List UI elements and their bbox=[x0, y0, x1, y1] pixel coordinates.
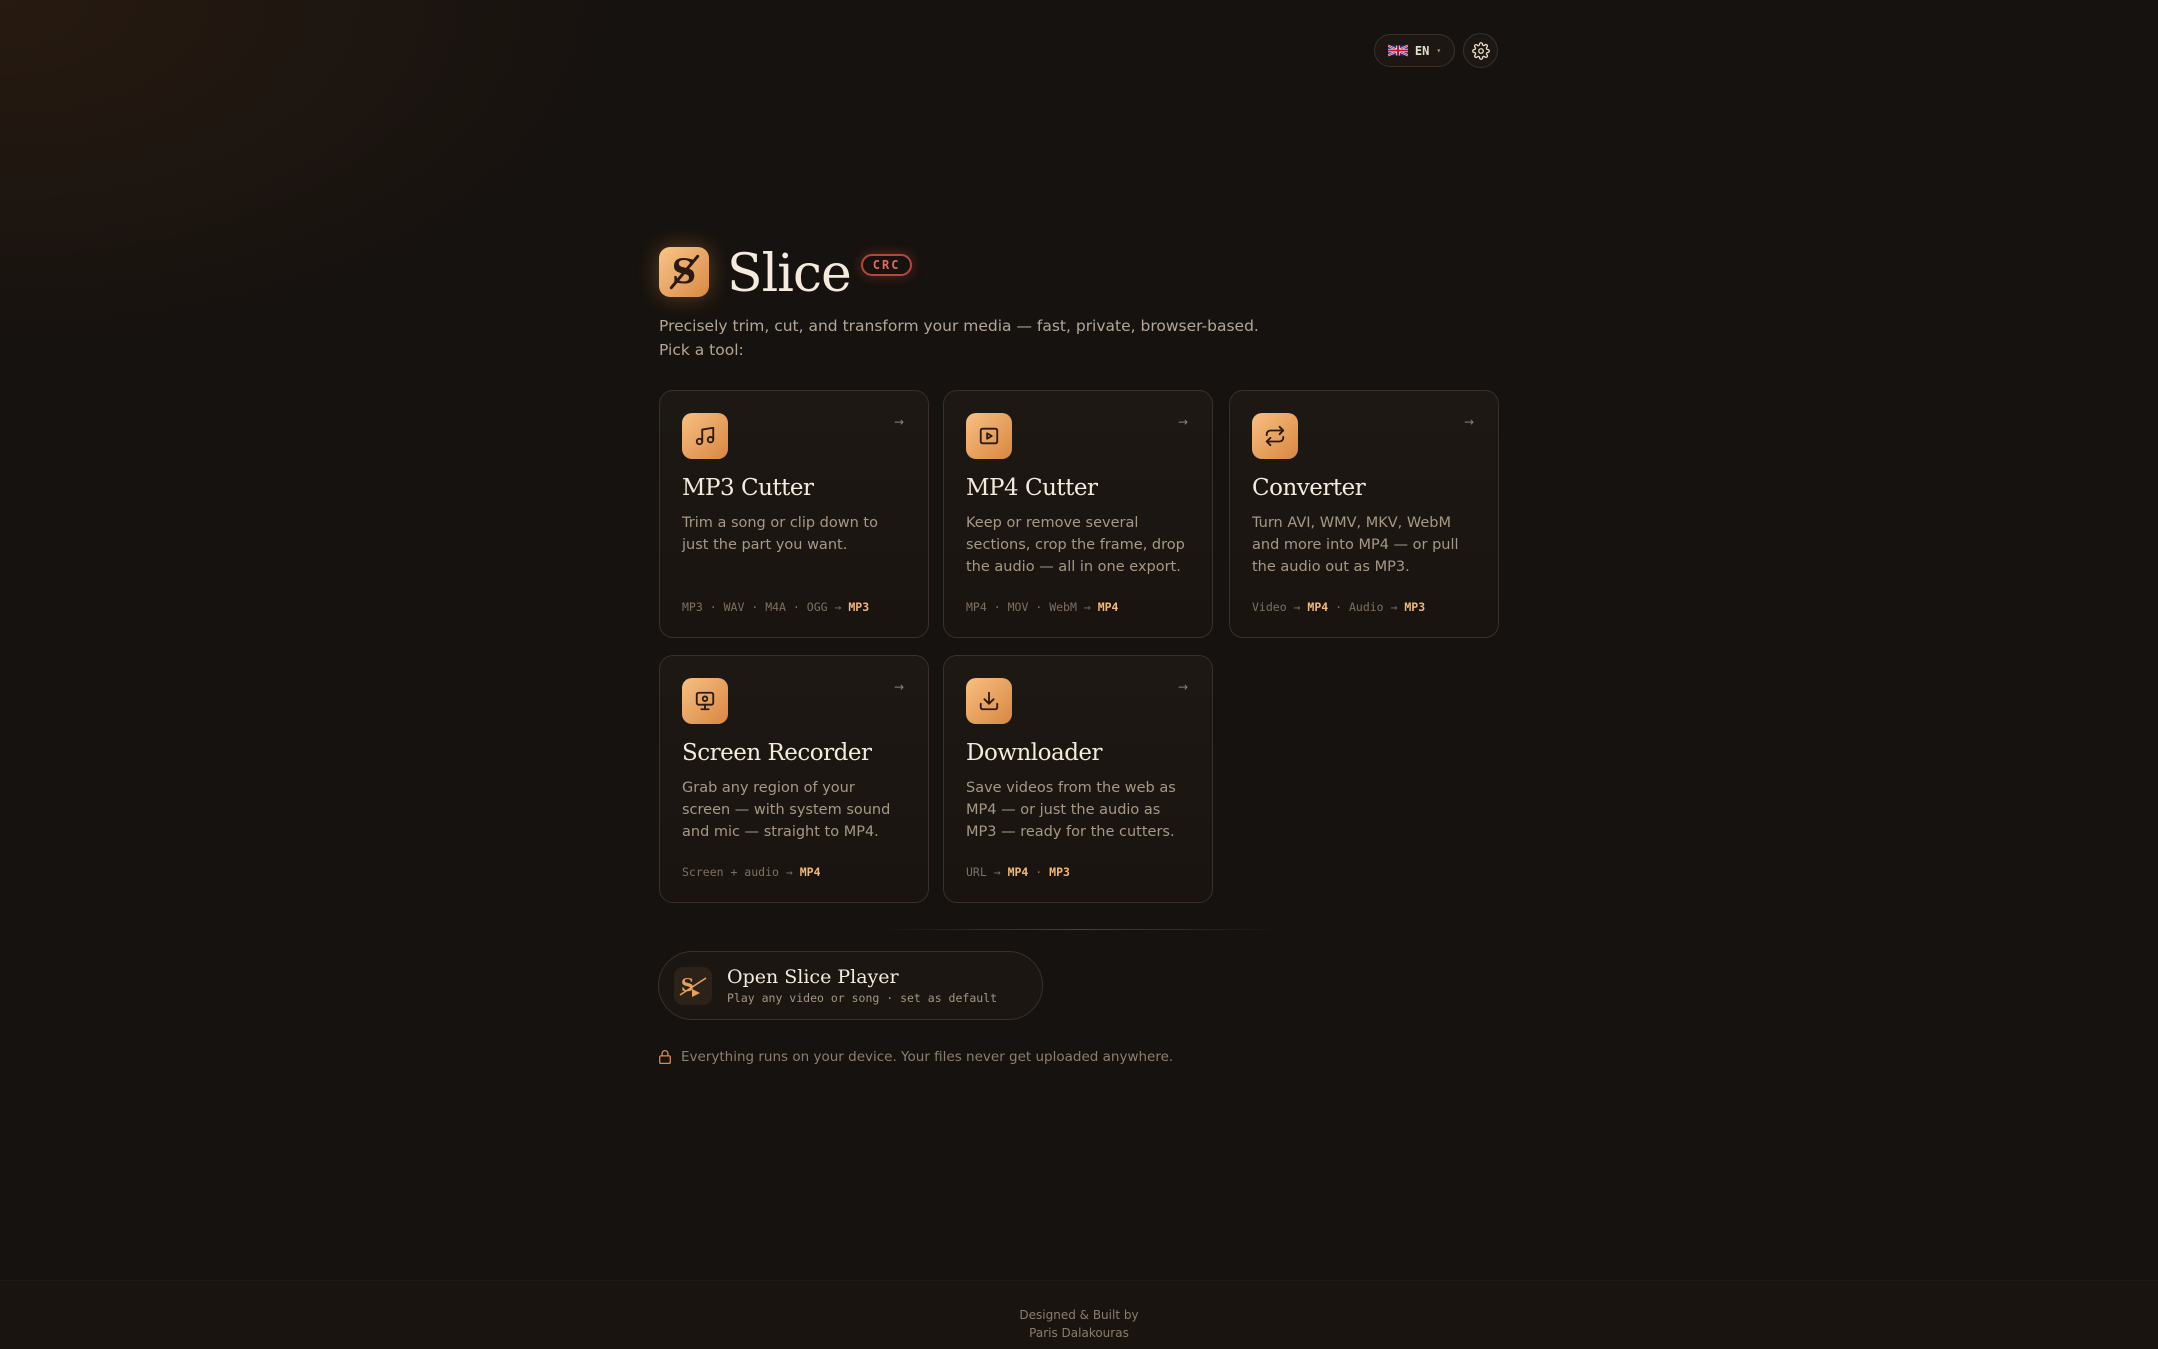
tool-card-mp3-cutter[interactable]: → MP3 Cutter Trim a song or clip down to… bbox=[659, 390, 929, 638]
slice-logo-icon: S bbox=[659, 247, 709, 297]
tool-card-mp4-cutter[interactable]: → MP4 Cutter Keep or remove several sect… bbox=[943, 390, 1213, 638]
gear-icon bbox=[1471, 41, 1490, 60]
card-formats: MP3 · WAV · M4A · OGG → MP3 bbox=[682, 600, 870, 614]
player-text: Open Slice Player Play any video or song… bbox=[727, 966, 997, 1005]
privacy-note: Everything runs on your device. Your fil… bbox=[658, 1049, 1173, 1065]
tagline: Precisely trim, cut, and transform your … bbox=[659, 314, 1259, 362]
tool-card-screen-recorder[interactable]: → Screen Recorder Grab any region of you… bbox=[659, 655, 929, 903]
output-format: MP3 bbox=[848, 600, 870, 614]
card-description: Keep or remove several sections, crop th… bbox=[966, 515, 1185, 575]
card-title: Downloader bbox=[966, 740, 1103, 766]
card-description: Save videos from the web as MP4 — or jus… bbox=[966, 780, 1176, 840]
brand-row: S Slice CRC bbox=[659, 244, 1259, 300]
chevron-down-icon: ▾ bbox=[1436, 46, 1442, 55]
output-format: MP4 bbox=[1097, 600, 1119, 614]
settings-button[interactable] bbox=[1463, 33, 1498, 68]
footer-credit-line: Designed & Built by bbox=[1019, 1308, 1139, 1322]
pick-tool-prompt: Pick a tool: bbox=[659, 341, 744, 359]
arrow-right-icon: → bbox=[1177, 415, 1188, 429]
screen-record-icon bbox=[682, 678, 728, 724]
download-icon bbox=[966, 678, 1012, 724]
card-title: MP3 Cutter bbox=[682, 475, 814, 501]
crc-badge: CRC bbox=[860, 254, 913, 276]
play-video-icon bbox=[966, 413, 1012, 459]
footer-author: Paris Dalakouras bbox=[1029, 1326, 1129, 1340]
card-title: MP4 Cutter bbox=[966, 475, 1098, 501]
card-title: Screen Recorder bbox=[682, 740, 872, 766]
card-formats: Video → MP4 · Audio → MP3 bbox=[1252, 600, 1426, 614]
tool-card-converter[interactable]: → Converter Turn AVI, WMV, MKV, WebM and… bbox=[1229, 390, 1499, 638]
music-note-icon bbox=[682, 413, 728, 459]
card-description: Trim a song or clip down to just the par… bbox=[682, 515, 878, 553]
player-title: Open Slice Player bbox=[727, 966, 899, 988]
card-title: Converter bbox=[1252, 475, 1366, 501]
lock-icon bbox=[659, 1050, 671, 1065]
arrow-right-icon: → bbox=[1177, 680, 1188, 694]
arrow-right-icon: → bbox=[893, 680, 904, 694]
app-title: Slice bbox=[727, 244, 852, 304]
hero: S Slice CRC Precisely trim, cut, and tra… bbox=[659, 244, 1259, 362]
card-description: Turn AVI, WMV, MKV, WebM and more into M… bbox=[1252, 515, 1459, 575]
card-description: Grab any region of your screen — with sy… bbox=[682, 780, 891, 840]
player-subtitle: Play any video or song · set as default bbox=[727, 991, 998, 1005]
card-formats: Screen + audio → MP4 bbox=[682, 865, 821, 879]
tool-card-downloader[interactable]: → Downloader Save videos from the web as… bbox=[943, 655, 1213, 903]
uk-flag-icon bbox=[1387, 44, 1408, 57]
arrow-right-icon: → bbox=[1463, 415, 1474, 429]
convert-arrows-icon bbox=[1252, 413, 1298, 459]
language-selector[interactable]: EN ▾ bbox=[1374, 34, 1455, 67]
footer: Designed & Built by Paris Dalakouras bbox=[0, 1280, 2158, 1349]
language-code: EN bbox=[1414, 43, 1430, 58]
tagline-text: Precisely trim, cut, and transform your … bbox=[659, 317, 1259, 335]
slice-player-icon: S bbox=[674, 966, 712, 1005]
open-player-button[interactable]: S Open Slice Player Play any video or so… bbox=[658, 951, 1043, 1020]
card-formats: MP4 · MOV · WebM → MP4 bbox=[966, 600, 1119, 614]
top-controls: EN ▾ bbox=[1374, 33, 1498, 68]
divider bbox=[880, 929, 1280, 930]
privacy-text: Everything runs on your device. Your fil… bbox=[681, 1049, 1174, 1065]
card-formats: URL → MP4 · MP3 bbox=[966, 865, 1070, 879]
arrow-right-icon: → bbox=[893, 415, 904, 429]
